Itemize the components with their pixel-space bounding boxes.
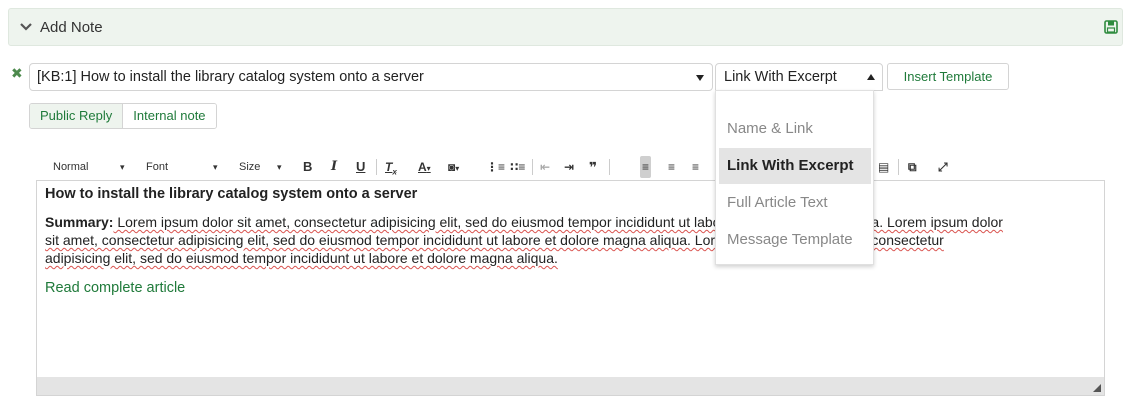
editor-toolbar: Normal ▾ Font ▾ Size ▾ B I U Tx A▾ ◙▾ ⋮≡…	[36, 152, 1104, 182]
format-dropdown[interactable]: Normal	[53, 152, 88, 182]
caret-down-icon	[696, 75, 704, 81]
bulleted-list-icon[interactable]: ∷≡	[510, 152, 525, 182]
tab-public-reply[interactable]: Public Reply	[30, 104, 124, 128]
toolbar-divider	[898, 159, 899, 175]
toolbar-divider	[609, 159, 610, 175]
tab-internal-note[interactable]: Internal note	[123, 104, 216, 128]
summary-label: Summary:	[45, 214, 114, 230]
align-right-icon[interactable]: ≡	[692, 152, 699, 182]
toolbar-divider	[376, 159, 377, 175]
article-summary: Summary: Lorem ipsum dolor sit amet, con…	[45, 213, 1097, 267]
article-heading: How to install the library catalog syste…	[45, 186, 418, 202]
align-center-icon[interactable]: ≡	[668, 152, 675, 182]
font-dropdown[interactable]: Font	[146, 152, 168, 182]
clear-format-icon[interactable]: Tx	[385, 152, 397, 182]
option-full-article-text[interactable]: Full Article Text	[719, 185, 871, 221]
article-select-value: [KB:1] How to install the library catalo…	[37, 69, 424, 85]
excerpt-mode-options: Name & Link Link With Excerpt Full Artic…	[715, 90, 874, 265]
panel-title: Add Note	[40, 19, 103, 36]
numbered-list-icon[interactable]: ⋮≡	[486, 152, 505, 182]
option-name-and-link[interactable]: Name & Link	[719, 111, 871, 147]
align-left-icon[interactable]: ≡	[640, 156, 652, 178]
add-note-header[interactable]: Add Note	[8, 8, 1123, 46]
size-dropdown[interactable]: Size	[239, 152, 260, 182]
italic-button[interactable]: I	[331, 152, 337, 182]
caret-up-icon	[867, 74, 875, 80]
background-color-icon[interactable]: ◙▾	[448, 152, 459, 182]
size-label: Size	[239, 161, 261, 173]
option-message-template[interactable]: Message Template	[719, 222, 871, 258]
outdent-icon[interactable]: ⇤	[540, 152, 550, 182]
paste-icon[interactable]: ⧉	[908, 152, 917, 182]
remove-article-icon[interactable]: ✖	[11, 66, 23, 80]
summary-text-line-3: adipisicing elit, sed do eiusmod tempor …	[45, 250, 558, 266]
save-icon[interactable]	[1104, 20, 1118, 34]
editor-content[interactable]: How to install the library catalog syste…	[45, 185, 1097, 297]
resize-handle-icon[interactable]	[1093, 384, 1101, 392]
size-caret-icon[interactable]: ▾	[277, 152, 282, 182]
read-complete-article-link[interactable]: Read complete article	[45, 280, 185, 296]
maximize-icon[interactable]: ⤢	[938, 152, 948, 182]
option-link-with-excerpt[interactable]: Link With Excerpt	[719, 148, 871, 184]
font-label: Font	[146, 161, 169, 173]
editor-status-bar	[37, 377, 1104, 395]
article-select[interactable]: [KB:1] How to install the library catalo…	[29, 63, 713, 91]
bold-button[interactable]: B	[303, 152, 312, 182]
reply-type-tabs: Public Reply Internal note	[29, 103, 217, 129]
toolbar-divider	[532, 159, 533, 175]
excerpt-mode-select[interactable]: Link With Excerpt	[715, 63, 883, 91]
underline-button[interactable]: U	[356, 152, 365, 182]
text-color-icon[interactable]: A▾	[418, 152, 431, 182]
font-caret-icon[interactable]: ▾	[213, 152, 218, 182]
note-editor[interactable]: How to install the library catalog syste…	[36, 180, 1105, 396]
blockquote-icon[interactable]: ❞	[589, 152, 597, 182]
format-label: Normal	[53, 161, 89, 173]
indent-icon[interactable]: ⇥	[564, 152, 574, 182]
excerpt-mode-value: Link With Excerpt	[724, 69, 837, 85]
format-caret-icon[interactable]: ▾	[120, 152, 125, 182]
chevron-down-icon	[20, 23, 32, 31]
insert-template-button[interactable]: Insert Template	[887, 63, 1009, 90]
horizontal-rule-icon[interactable]: ▤	[878, 152, 889, 182]
